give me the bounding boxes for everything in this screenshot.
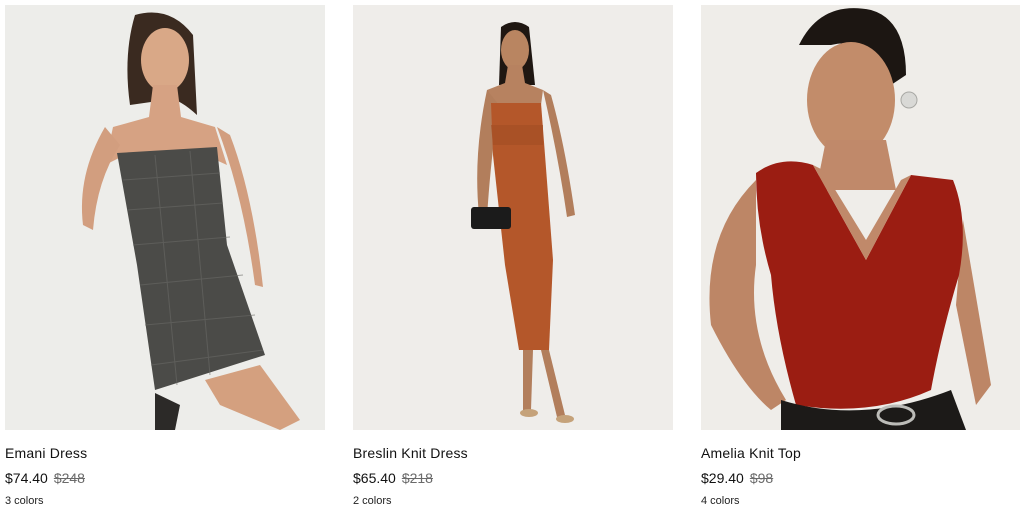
- product-name[interactable]: Emani Dress: [5, 445, 87, 461]
- sale-price: $65.40: [353, 470, 396, 486]
- price-row: $29.40 $98: [701, 470, 773, 486]
- product-card[interactable]: Breslin Knit Dress $65.40 $218 2 colors: [353, 5, 673, 507]
- product-card[interactable]: Emani Dress $74.40 $248 3 colors: [5, 5, 325, 507]
- price-row: $65.40 $218: [353, 470, 433, 486]
- sale-price: $74.40: [5, 470, 48, 486]
- color-count[interactable]: 2 colors: [353, 495, 392, 507]
- product-name[interactable]: Breslin Knit Dress: [353, 445, 468, 461]
- product-image[interactable]: [5, 5, 325, 430]
- original-price: $218: [401, 470, 433, 486]
- original-price: $98: [749, 470, 774, 486]
- product-grid: Emani Dress $74.40 $248 3 colors Breslin…: [0, 0, 1024, 519]
- color-count[interactable]: 3 colors: [5, 495, 44, 507]
- product-image[interactable]: [701, 5, 1020, 430]
- original-price: $248: [53, 470, 85, 486]
- color-count[interactable]: 4 colors: [701, 495, 740, 507]
- price-row: $74.40 $248: [5, 470, 85, 486]
- product-card[interactable]: Amelia Knit Top $29.40 $98 4 colors: [701, 5, 1020, 507]
- product-name[interactable]: Amelia Knit Top: [701, 445, 801, 461]
- sale-price: $29.40: [701, 470, 744, 486]
- product-image[interactable]: [353, 5, 673, 430]
